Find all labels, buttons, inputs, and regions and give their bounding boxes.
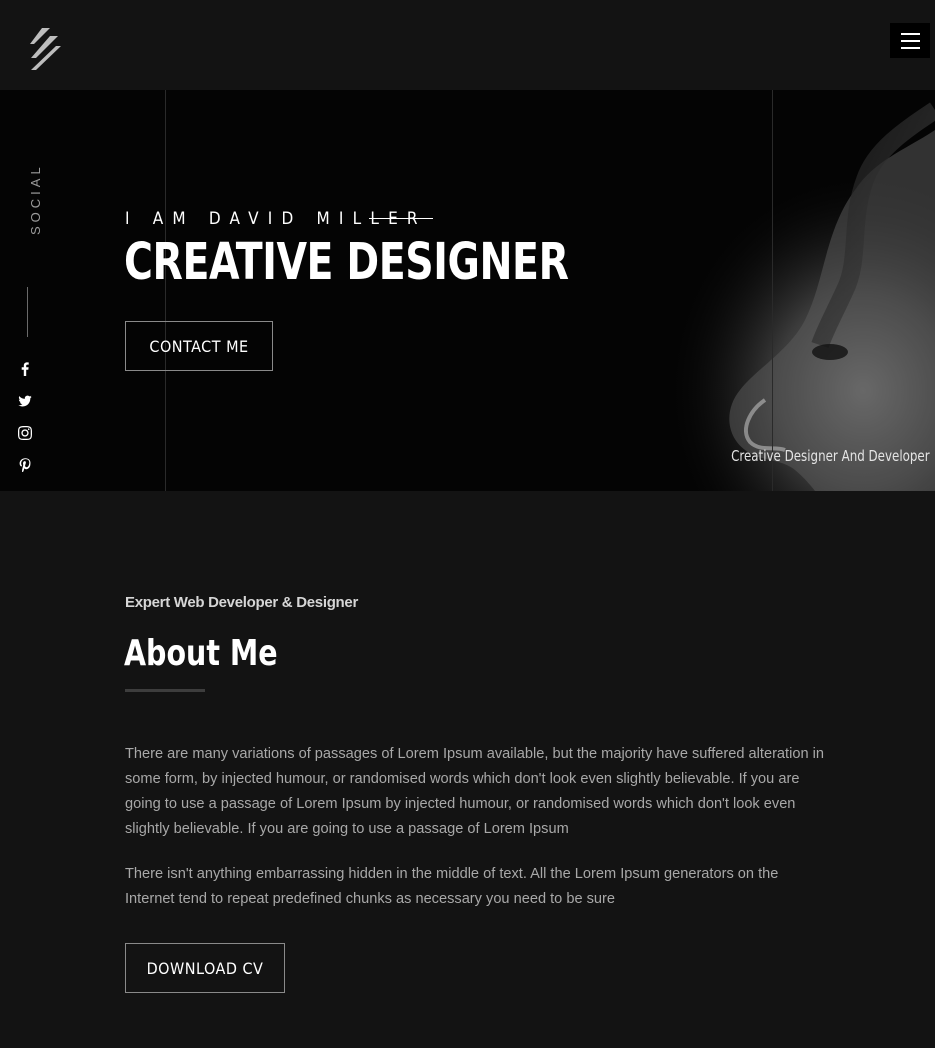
hamburger-menu-icon[interactable] [890,23,930,58]
hero-pretitle: I AM DAVID MILLER [125,209,427,229]
about-paragraph-2: There isn't anything embarrassing hidden… [125,866,779,907]
hero-portrait-image [575,90,935,491]
social-sidebar: SOCIAL [0,90,50,491]
social-label: SOCIAL [28,163,43,235]
hero-divider-right [772,90,773,491]
hero-caption: Creative Designer And Developer [731,447,930,465]
about-paragraph-1: There are many variations of passages of… [125,746,824,837]
social-divider [27,287,28,337]
stripes-logo-icon[interactable] [28,22,62,70]
hero-pretitle-line [369,218,433,219]
pinterest-icon[interactable] [16,456,34,474]
site-header [0,0,935,90]
download-cv-button[interactable]: DOWNLOAD CV [125,943,285,993]
facebook-icon[interactable] [16,360,34,378]
twitter-icon[interactable] [16,392,34,410]
about-subtitle: Expert Web Developer & Designer [125,594,359,611]
contact-me-button[interactable]: CONTACT ME [125,321,273,371]
hero-section: SOCIAL I AM DAVID MILLER CREATIVE DESIGN… [0,90,935,491]
hero-title: CREATIVE DESIGNER [124,233,569,292]
about-title: About Me [124,633,278,674]
instagram-icon[interactable] [16,424,34,442]
about-title-underline [125,689,205,692]
